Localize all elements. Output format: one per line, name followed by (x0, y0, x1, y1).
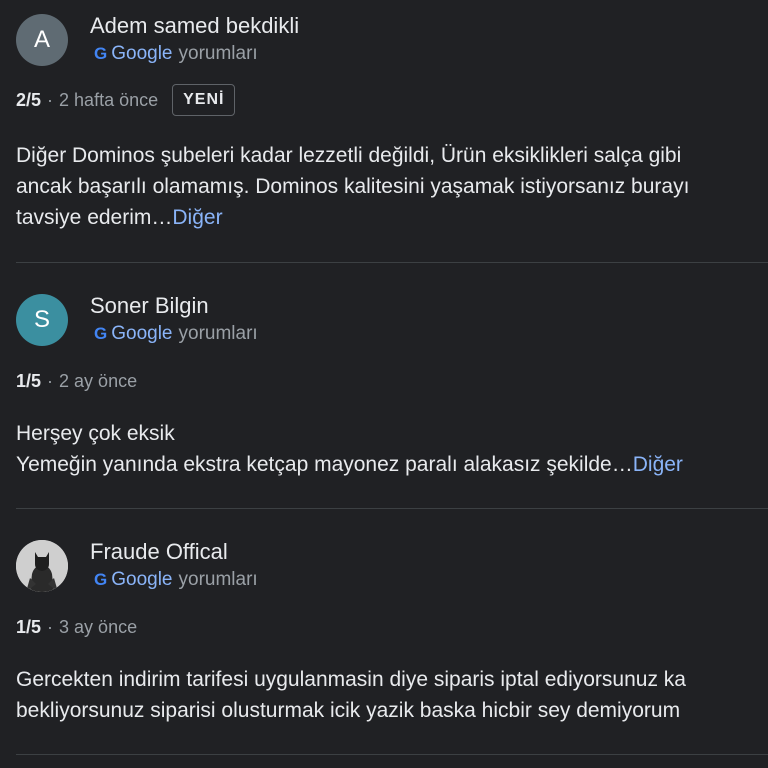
avatar-letter: S (33, 306, 50, 333)
more-link[interactable]: Diğer (633, 453, 683, 476)
avatar[interactable]: A (16, 14, 68, 66)
rating: 1/5 (16, 617, 42, 637)
review-card: S Soner Bilgin G Google yorumları 1/5 · … (0, 263, 768, 508)
source-brand: Google (111, 323, 173, 344)
review-text-line-content: tavsiye ederim… (16, 206, 173, 229)
review-time: 3 ay önce (59, 617, 138, 637)
review-text-line: Diğer Dominos şubeleri kadar lezzetli de… (16, 144, 682, 167)
review-source: G Google yorumları (94, 43, 258, 65)
source-suffix: yorumları (178, 323, 258, 344)
review-text-line: bekliyorsunuz siparisi olusturmak icik y… (16, 699, 681, 722)
review-text-line-content: Yemeğin yanında ekstra ketçap mayonez pa… (16, 453, 633, 476)
review-meta: 1/5 · 3 ay önce (16, 617, 137, 638)
source-suffix: yorumları (178, 569, 258, 590)
source-suffix: yorumları (178, 43, 258, 64)
google-g-icon: G (94, 324, 108, 343)
review-meta: 2/5 · 2 hafta önce YENİ (16, 84, 236, 116)
review-text-line: ancak başarılı olamamış. Dominos kalites… (16, 175, 690, 198)
more-link[interactable]: Diğer (172, 206, 222, 229)
review-text-line: Yemeğin yanında ekstra ketçap mayonez pa… (16, 449, 768, 480)
reviewer-name[interactable]: Fraude Offical (90, 539, 228, 565)
separator-dot: · (47, 617, 54, 637)
review-source: G Google yorumları (94, 569, 258, 591)
review-text: Herşey çok eksik Yemeğin yanında ekstra … (16, 418, 768, 480)
review-time: 2 ay önce (59, 371, 138, 391)
avatar-letter: A (33, 26, 50, 53)
review-text-line: Herşey çok eksik (16, 422, 175, 445)
source-brand: Google (111, 43, 173, 64)
review-meta: 1/5 · 2 ay önce (16, 371, 137, 392)
review-card: Fraude Offical G Google yorumları 1/5 · … (0, 509, 768, 754)
rating: 2/5 (16, 89, 42, 110)
avatar[interactable] (16, 540, 68, 592)
separator-dot: · (47, 371, 54, 391)
google-g-icon: G (94, 44, 108, 63)
review-text: Gercekten indirim tarifesi uygulanmasin … (16, 664, 768, 726)
divider (16, 754, 768, 755)
separator-dot: · (47, 89, 54, 110)
review-text-line: Gercekten indirim tarifesi uygulanmasin … (16, 668, 686, 691)
reviewer-name[interactable]: Adem samed bekdikli (90, 13, 299, 39)
reviewer-name[interactable]: Soner Bilgin (90, 293, 209, 319)
review-text-line: tavsiye ederim…Diğer (16, 202, 768, 233)
review-text: Diğer Dominos şubeleri kadar lezzetli de… (16, 140, 768, 233)
review-time: 2 hafta önce (59, 89, 159, 110)
rating: 1/5 (16, 371, 42, 391)
avatar[interactable]: S (16, 294, 68, 346)
new-badge: YENİ (172, 84, 236, 116)
source-brand: Google (111, 569, 173, 590)
batman-avatar-icon (16, 540, 68, 592)
google-g-icon: G (94, 570, 108, 589)
review-card: A Adem samed bekdikli G Google yorumları… (0, 0, 768, 262)
review-source: G Google yorumları (94, 323, 258, 345)
